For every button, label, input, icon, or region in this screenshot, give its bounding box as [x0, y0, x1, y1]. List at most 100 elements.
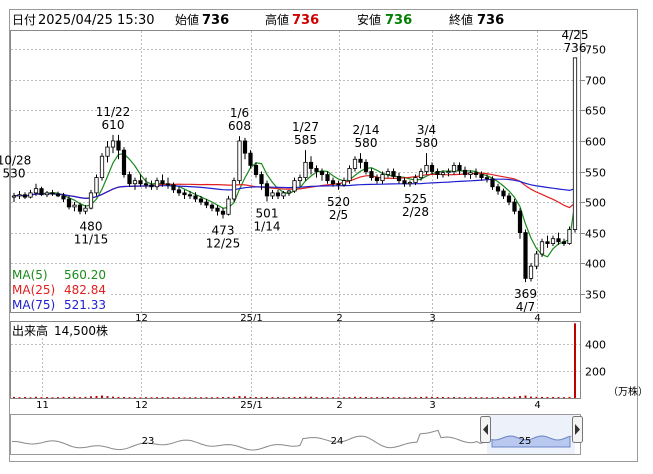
volume-bar	[62, 396, 65, 398]
datetime-value: 2025/04/25 15:30	[38, 13, 155, 28]
volume-x-tick-label: 25/1	[240, 400, 262, 411]
candle-body-up	[468, 172, 473, 175]
candle	[121, 147, 127, 178]
candle-body-up	[11, 195, 17, 198]
price-tick-label: 450	[585, 228, 606, 241]
annotation-text: 501	[256, 206, 279, 220]
candle-body-up	[297, 177, 303, 182]
date-label: 日付	[12, 13, 36, 27]
volume-bar	[134, 397, 136, 399]
volume-bar	[128, 397, 131, 399]
candle-body-down	[149, 184, 154, 188]
candle-body-down	[512, 201, 517, 212]
annotation-text: 3/4	[417, 123, 436, 137]
ma25-legend-name: MA(25)	[12, 283, 55, 297]
volume-bar	[156, 397, 158, 399]
candle-body-down	[116, 140, 121, 151]
candle-body-up	[407, 182, 413, 185]
volume-bar	[183, 397, 186, 399]
navigator-left-handle[interactable]	[480, 416, 491, 443]
candle-body-up	[347, 168, 352, 182]
volume-bar	[249, 396, 252, 398]
low-label: 安値	[357, 12, 381, 27]
volume-bar	[24, 397, 26, 399]
volume-bar	[497, 397, 499, 399]
volume-bar	[453, 397, 455, 399]
candle-body-down	[325, 174, 330, 182]
volume-bar	[233, 396, 235, 398]
volume-bar	[469, 397, 472, 399]
candle-body-down	[396, 175, 402, 182]
volume-bar	[332, 397, 334, 399]
candle-body-up	[292, 180, 297, 192]
volume-bar	[51, 397, 54, 399]
candle-body-up	[88, 192, 94, 209]
volume-bar	[123, 397, 125, 399]
annotation-text: 2/5	[329, 208, 348, 222]
volume-bar	[101, 395, 103, 398]
volume-bar	[442, 397, 444, 399]
volume-bar	[299, 396, 301, 398]
volume-bar	[546, 397, 549, 399]
candle-body-down	[501, 190, 506, 197]
volume-bar	[464, 397, 466, 399]
ma-legend: MA(5) 560.20 MA(25) 482.84 MA(75) 521.33	[11, 266, 109, 312]
navigator-right-handle[interactable]	[572, 416, 583, 443]
candle	[226, 195, 231, 216]
volume-bar	[486, 397, 488, 399]
navigator-selection[interactable]	[487, 415, 575, 454]
price-annotation: 4/25736	[562, 28, 589, 55]
volume-bar	[68, 397, 70, 399]
ma5-legend-value: 560.20	[64, 268, 106, 282]
volume-bar	[315, 397, 318, 399]
volume-bar	[35, 396, 37, 398]
annotation-text: 580	[415, 136, 438, 150]
volume-bar	[139, 397, 142, 399]
volume-bar	[563, 397, 565, 399]
candle	[539, 238, 545, 258]
annotation-text: 12/25	[206, 237, 241, 251]
volume-bar	[337, 397, 340, 399]
candle-body-down	[374, 177, 380, 182]
candle	[534, 250, 539, 270]
volume-bar	[293, 397, 296, 399]
candle-body-down	[402, 180, 407, 185]
volume-bar	[535, 396, 538, 398]
volume-bar	[359, 396, 362, 398]
volume-bar	[40, 397, 43, 399]
volume-bar	[106, 396, 109, 398]
candle	[572, 57, 578, 233]
volume-bar	[216, 397, 219, 399]
volume-label: 出来高	[12, 323, 48, 338]
volume-x-tick-label: 12	[135, 400, 148, 411]
volume-bar	[480, 397, 483, 399]
navigator-year-label: 24	[331, 436, 344, 447]
range-navigator[interactable]: 23 24 25	[10, 414, 583, 455]
volume-bar	[271, 397, 274, 399]
volume-bar	[321, 397, 323, 399]
volume-bar	[29, 397, 32, 399]
candle-body-down	[319, 171, 325, 175]
volume-bar	[354, 396, 356, 398]
candle-body-down	[39, 188, 44, 196]
annotation-text: 580	[355, 136, 378, 150]
volume-bar	[414, 397, 417, 399]
volume-bar	[365, 397, 367, 399]
volume-bar	[178, 397, 180, 399]
candle-body-up	[352, 158, 358, 169]
candle	[99, 153, 105, 181]
candle-body-down	[369, 171, 374, 179]
volume-tick-label: 400	[585, 339, 606, 352]
candle-body-up	[385, 171, 391, 175]
candle-body-down	[193, 195, 198, 200]
candle-body-up	[446, 171, 451, 174]
candle-body-down	[556, 238, 561, 243]
close-label: 終値	[449, 12, 473, 27]
candle-body-up	[132, 180, 138, 185]
candle-body-up	[33, 188, 39, 194]
candle	[248, 150, 253, 169]
volume-bar	[244, 396, 246, 398]
candle-body-up	[424, 164, 429, 172]
candle-body-up	[303, 161, 308, 179]
volume-bar	[117, 396, 120, 398]
